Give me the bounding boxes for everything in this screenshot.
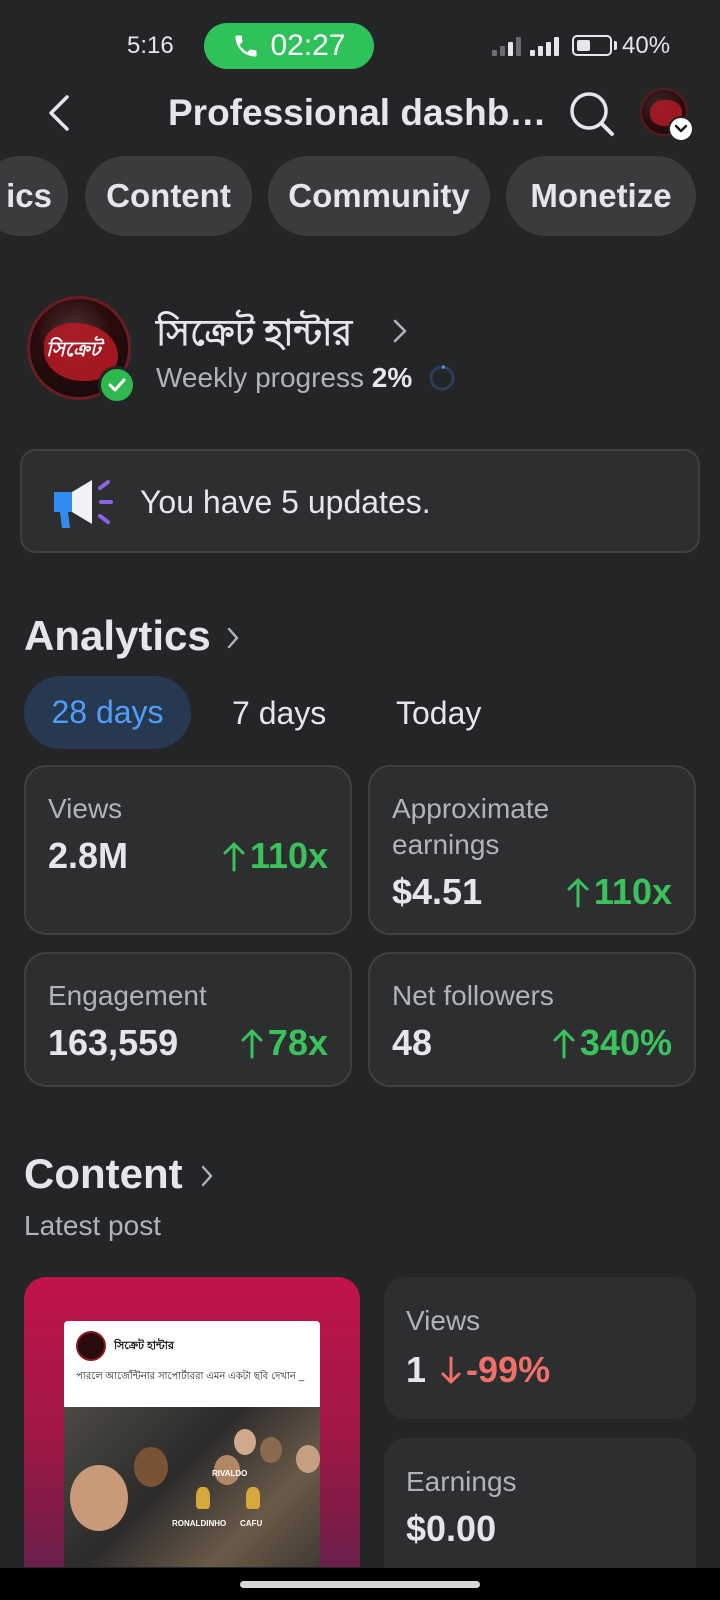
arrow-up-icon <box>241 1029 263 1059</box>
chevron-down-icon <box>674 124 688 133</box>
home-indicator[interactable] <box>240 1581 480 1588</box>
stat-label: Engagement <box>48 980 207 1011</box>
post-views-change: -99% <box>440 1349 550 1391</box>
chevron-right-icon[interactable] <box>392 318 408 349</box>
status-bar: 5:16 02:27 40% <box>0 0 720 90</box>
content-title[interactable]: Content <box>24 1150 183 1198</box>
profile-dropdown-button[interactable] <box>668 116 694 142</box>
stat-card-net-followers[interactable]: Net followers 48 340% <box>368 952 696 1087</box>
post-views-change-value: -99% <box>466 1349 551 1390</box>
photo-caption: RONALDINHO <box>172 1519 227 1528</box>
post-preview: সিক্রেট হান্টার পারলে আর্জেন্টিনার সাপোর… <box>64 1321 320 1567</box>
stat-change-value: 110x <box>593 871 672 912</box>
post-photo: RONALDINHO CAFU RIVALDO <box>64 1407 320 1567</box>
search-button[interactable] <box>566 88 618 140</box>
tab-community[interactable]: Community <box>268 156 490 236</box>
ongoing-call-pill[interactable]: 02:27 <box>204 23 374 69</box>
post-earnings-card[interactable]: Earnings $0.00 <box>384 1438 696 1568</box>
post-views-label: Views <box>406 1305 481 1336</box>
photo-caption: RIVALDO <box>212 1469 248 1478</box>
stat-label: Net followers <box>392 980 554 1011</box>
verified-check-icon <box>108 378 126 392</box>
tab-content[interactable]: Content <box>85 156 252 236</box>
post-author-avatar <box>76 1331 106 1361</box>
signal-icon <box>492 36 521 56</box>
back-button[interactable] <box>38 90 78 136</box>
chevron-right-icon[interactable] <box>200 1164 214 1193</box>
tab-label: ics <box>6 177 52 214</box>
stat-card-earnings[interactable]: Approximate earnings $4.51 110x <box>368 765 696 935</box>
arrow-up-icon <box>553 1029 575 1059</box>
post-views-value: 1 <box>406 1349 427 1390</box>
stat-card-views[interactable]: Views 2.8M 110x <box>24 765 352 935</box>
chevron-right-icon[interactable] <box>226 626 240 655</box>
tab-label: Content <box>106 177 231 214</box>
post-earnings-value: $0.00 <box>406 1508 497 1549</box>
period-today[interactable]: Today <box>396 695 481 732</box>
battery-tip <box>614 41 617 50</box>
back-arrow-icon <box>49 95 69 131</box>
phone-icon <box>235 35 257 57</box>
signal-icon <box>530 36 559 56</box>
stat-value: 2.8M <box>48 835 129 876</box>
updates-text: You have 5 updates. <box>140 484 431 520</box>
stat-label: Approximate earnings <box>392 793 550 860</box>
analytics-title[interactable]: Analytics <box>24 612 211 660</box>
verified-badge <box>98 366 136 404</box>
tab-label: Community <box>288 177 470 214</box>
search-icon <box>570 92 614 136</box>
latest-post-thumbnail[interactable]: সিক্রেট হান্টার পারলে আর্জেন্টিনার সাপোর… <box>24 1277 360 1567</box>
stat-change-value: 340% <box>579 1022 672 1063</box>
arrow-up-icon <box>567 878 589 908</box>
arrow-down-icon <box>441 1356 461 1384</box>
tab-analytics[interactable]: ics <box>0 156 68 236</box>
megaphone-icon <box>54 480 113 528</box>
post-earnings-label: Earnings <box>406 1466 517 1497</box>
stat-value: $4.51 <box>392 871 483 912</box>
stat-value: 163,559 <box>48 1022 179 1063</box>
progress-ring-icon <box>429 365 455 391</box>
call-timer: 02:27 <box>270 29 346 62</box>
photo-caption: CAFU <box>240 1519 263 1528</box>
period-7-days[interactable]: 7 days <box>232 695 326 732</box>
progress-value: 2% <box>371 362 413 393</box>
post-views-card[interactable]: Views 1 -99% <box>384 1277 696 1419</box>
progress-label: Weekly progress <box>156 362 365 393</box>
arrow-up-icon <box>223 842 245 872</box>
stat-value: 48 <box>392 1022 433 1063</box>
stat-change-value: 110x <box>249 835 328 876</box>
post-caption: পারলে আর্জেন্টিনার সাপোর্টাররা এমন একটা … <box>76 1371 305 1382</box>
profile-name[interactable]: সিক্রেট হান্টার <box>156 306 352 366</box>
latest-post-label: Latest post <box>24 1210 161 1241</box>
period-28-days[interactable]: 28 days <box>24 676 191 749</box>
tab-monetize[interactable]: Monetize <box>506 156 696 236</box>
status-time: 5:16 <box>127 32 174 59</box>
weekly-progress: Weekly progress 2% <box>156 362 412 394</box>
tab-label: Monetize <box>530 177 672 214</box>
stat-card-engagement[interactable]: Engagement 163,559 78x <box>24 952 352 1087</box>
battery-percentage: 40% <box>622 32 671 59</box>
post-views-stat: 1 -99% <box>406 1349 550 1391</box>
stat-change: 78x <box>240 1022 328 1064</box>
stat-change: 110x <box>566 871 672 913</box>
avatar-logo-text: সিক্রেট <box>46 339 101 361</box>
battery-icon <box>572 35 612 56</box>
stat-label: Views <box>48 793 123 824</box>
stat-change: 340% <box>552 1022 672 1064</box>
stat-change: 110x <box>222 835 328 877</box>
page-title: Professional dashb… <box>168 92 547 133</box>
post-author-name: সিক্রেট হান্টার <box>114 1340 174 1352</box>
stat-change-value: 78x <box>267 1022 328 1063</box>
